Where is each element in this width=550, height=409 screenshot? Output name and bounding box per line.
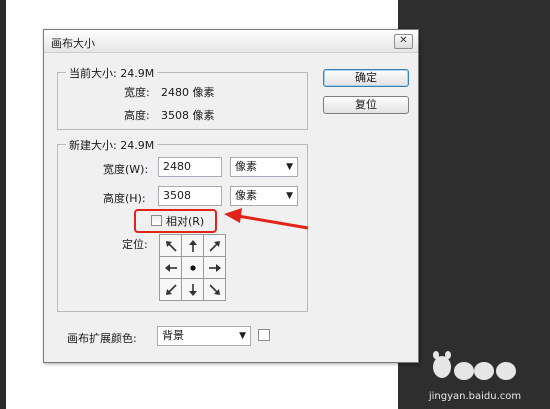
new-height-label: 高度(H): xyxy=(103,192,146,205)
anchor-bottom-right[interactable] xyxy=(204,279,226,301)
current-width-value: 2480 像素 xyxy=(161,86,215,99)
current-height-label: 高度: xyxy=(124,109,150,122)
extension-color-swatch[interactable] xyxy=(258,329,270,341)
new-width-label: 宽度(W): xyxy=(103,163,149,176)
width-unit-value: 像素 xyxy=(235,160,257,173)
anchor-right[interactable] xyxy=(204,257,226,279)
anchor-label: 定位: xyxy=(122,238,148,251)
current-height-value: 3508 像素 xyxy=(161,109,215,122)
arrow-right-icon xyxy=(208,263,221,272)
arrow-down-left-icon xyxy=(165,283,177,295)
dialog-title: 画布大小 xyxy=(51,37,95,50)
chevron-down-icon: ▼ xyxy=(286,162,293,172)
chevron-down-icon: ▼ xyxy=(286,191,293,201)
annotation-highlight-box xyxy=(134,209,217,233)
extension-color-value: 背景 xyxy=(162,329,184,342)
watermark-text: jingyan.baidu.com xyxy=(428,391,522,402)
annotation-arrow-icon xyxy=(224,208,309,230)
watermark: jingyan.baidu.com xyxy=(420,345,530,405)
paw-logo-icon xyxy=(433,351,516,380)
reset-button[interactable]: 复位 xyxy=(323,96,409,114)
extension-color-label: 画布扩展颜色: xyxy=(67,332,137,345)
anchor-top[interactable] xyxy=(182,235,204,257)
arrow-down-right-icon xyxy=(208,283,220,295)
current-size-legend: 当前大小: 24.9M xyxy=(66,65,158,81)
close-icon: ✕ xyxy=(399,35,408,46)
height-input[interactable]: 3508 xyxy=(158,186,222,206)
height-unit-select[interactable]: 像素 ▼ xyxy=(230,186,298,206)
width-unit-select[interactable]: 像素 ▼ xyxy=(230,157,298,177)
anchor-top-left[interactable] xyxy=(160,235,182,257)
arrow-left-icon xyxy=(164,263,177,272)
anchor-grid xyxy=(159,234,226,301)
canvas-size-dialog: 画布大小 ✕ 当前大小: 24.9M 宽度: 2480 像素 高度: 3508 … xyxy=(43,29,419,363)
height-unit-value: 像素 xyxy=(235,189,257,202)
background-strip-left xyxy=(0,0,6,409)
close-button[interactable]: ✕ xyxy=(394,34,413,49)
dialog-titlebar[interactable]: 画布大小 ✕ xyxy=(44,30,418,53)
arrow-down-icon xyxy=(188,283,197,296)
arrow-up-icon xyxy=(188,239,197,252)
anchor-bottom-left[interactable] xyxy=(160,279,182,301)
center-dot-icon xyxy=(189,264,196,271)
arrow-up-right-icon xyxy=(208,240,220,252)
anchor-top-right[interactable] xyxy=(204,235,226,257)
arrow-up-left-icon xyxy=(165,240,177,252)
current-width-label: 宽度: xyxy=(124,86,150,99)
anchor-center[interactable] xyxy=(182,257,204,279)
anchor-bottom[interactable] xyxy=(182,279,204,301)
chevron-down-icon: ▼ xyxy=(239,331,246,341)
width-input[interactable]: 2480 xyxy=(158,157,222,177)
extension-color-select[interactable]: 背景 ▼ xyxy=(157,326,251,346)
ok-button[interactable]: 确定 xyxy=(323,69,409,87)
anchor-left[interactable] xyxy=(160,257,182,279)
new-size-legend: 新建大小: 24.9M xyxy=(66,137,158,153)
